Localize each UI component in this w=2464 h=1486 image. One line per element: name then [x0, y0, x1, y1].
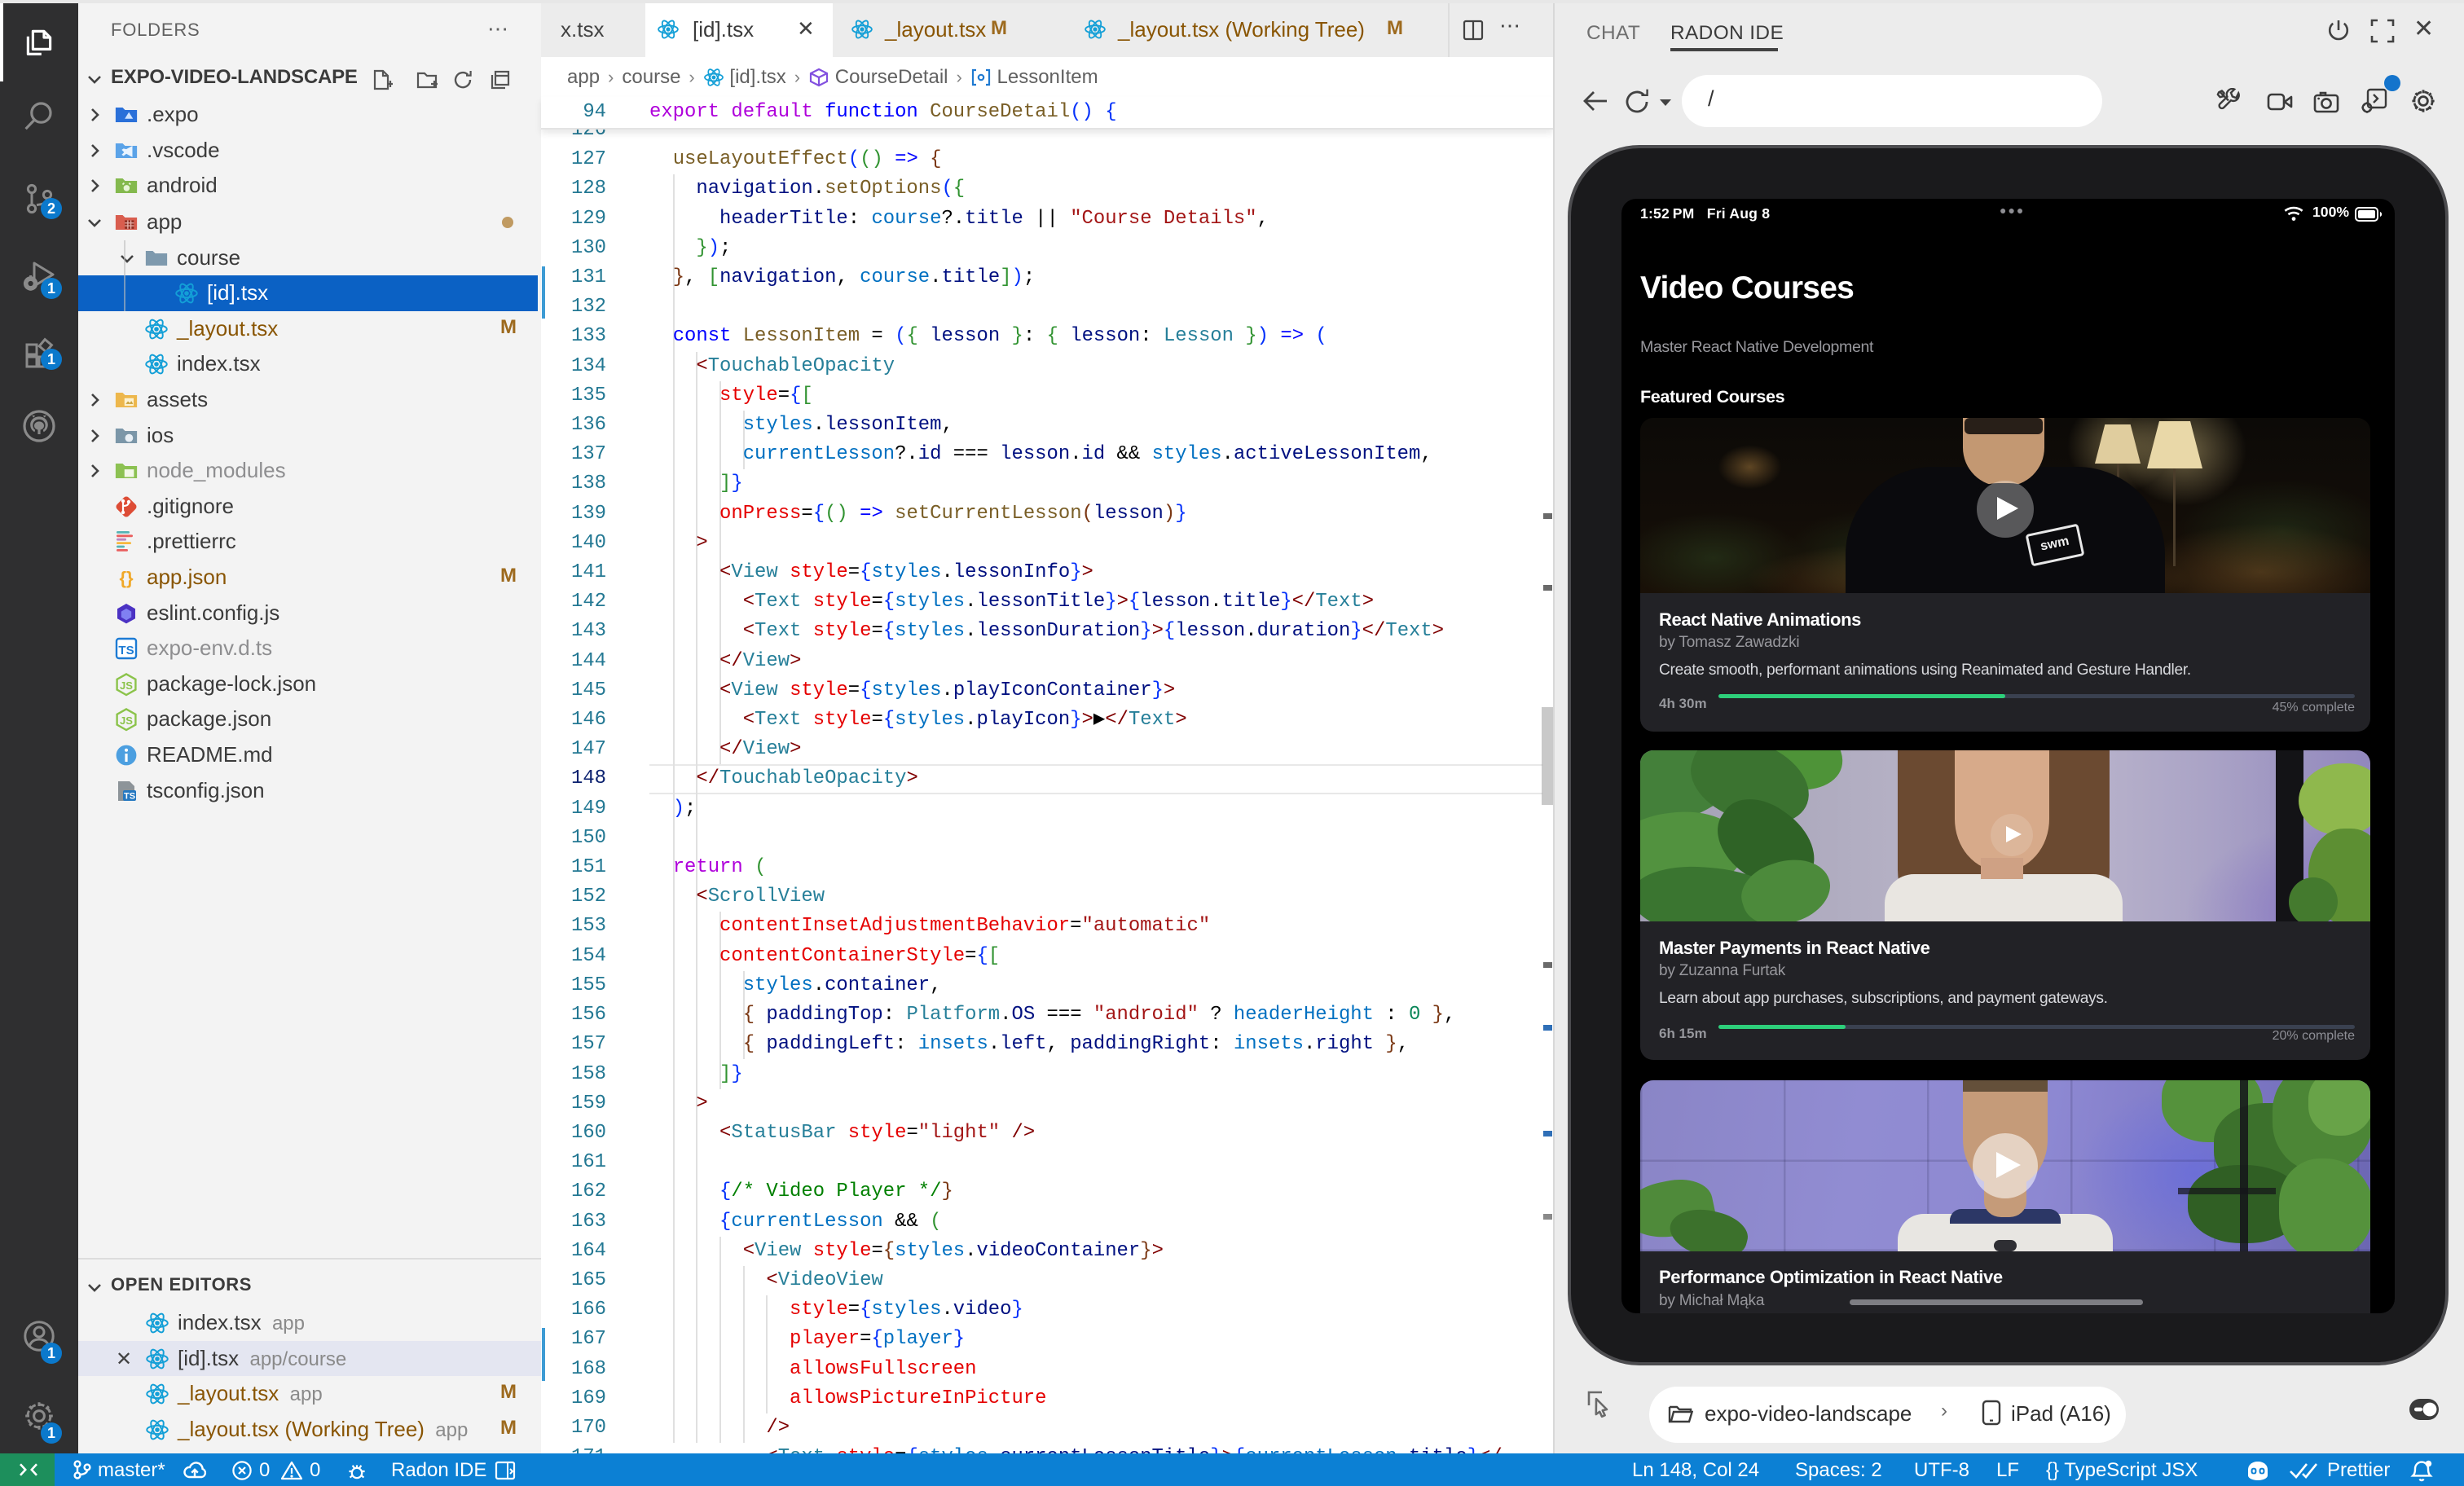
- svg-text:TS: TS: [124, 791, 135, 801]
- svg-text:JS: JS: [120, 714, 133, 727]
- svg-text:JS: JS: [120, 679, 133, 692]
- svg-text:TS: TS: [118, 644, 134, 657]
- svg-text:{}: {}: [119, 568, 134, 588]
